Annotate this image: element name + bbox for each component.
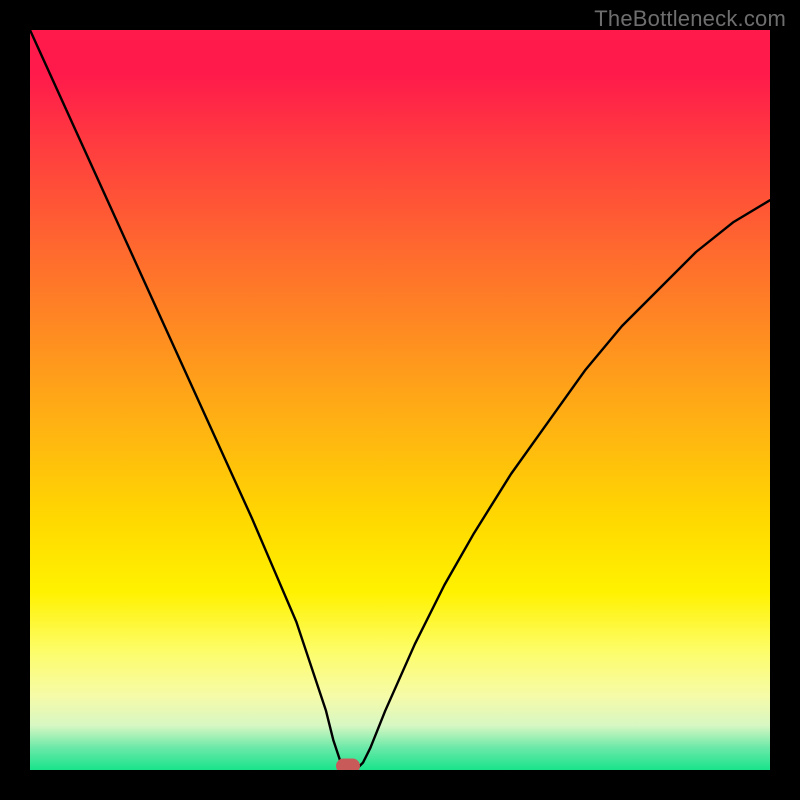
minimum-marker	[336, 759, 360, 771]
plot-area	[30, 30, 770, 770]
watermark-label: TheBottleneck.com	[594, 6, 786, 32]
chart-frame: TheBottleneck.com	[0, 0, 800, 800]
curve-svg	[30, 30, 770, 770]
bottleneck-curve	[30, 30, 770, 770]
